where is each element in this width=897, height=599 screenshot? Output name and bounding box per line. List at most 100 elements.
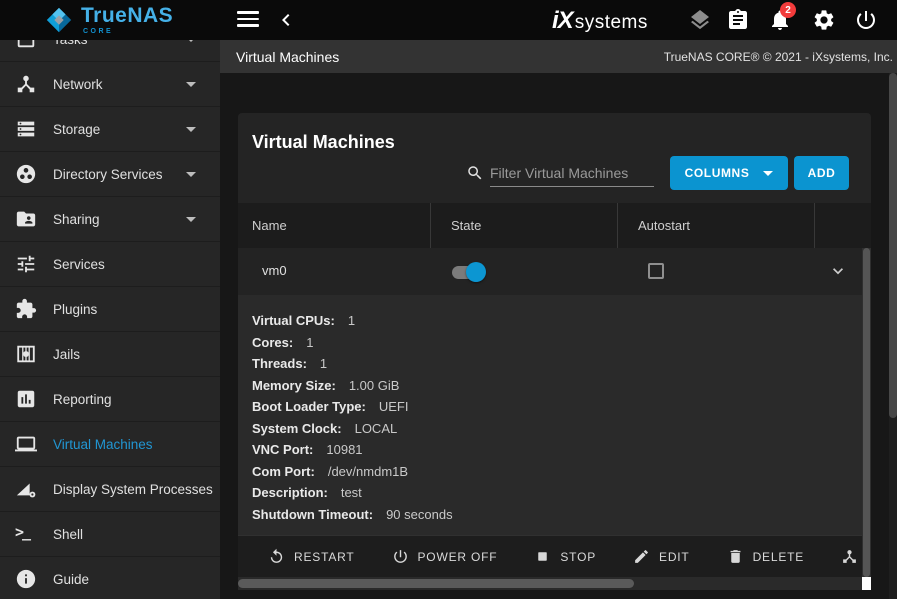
edit-icon: [633, 548, 650, 565]
detail-row: Description:test: [252, 482, 871, 504]
delete-icon: [727, 548, 744, 565]
filter-input[interactable]: [490, 159, 654, 187]
ixsystems-logo: iX systems: [552, 7, 648, 35]
state-toggle[interactable]: [450, 264, 486, 280]
chevron-down-icon: [186, 172, 196, 177]
jails-icon: [15, 343, 37, 365]
sidebar-item-label: Guide: [53, 572, 89, 587]
power-off-button[interactable]: POWER OFF: [392, 548, 498, 565]
jobs-clipboard-icon[interactable]: [726, 8, 750, 32]
chevron-down-icon: [186, 82, 196, 87]
tasks-icon: [15, 40, 37, 50]
sidebar-item-jails[interactable]: Jails: [0, 332, 220, 377]
vm-action-bar: RESTART POWER OFF STOP EDIT DELETE DEVIC…: [238, 535, 871, 577]
directory-services-icon: [15, 163, 37, 185]
page-scrollbar[interactable]: [889, 73, 897, 599]
columns-button-label: COLUMNS: [685, 166, 750, 180]
ix-mark: iX: [552, 7, 573, 35]
detail-row: VNC Port:10981: [252, 439, 871, 461]
page-scrollbar-thumb[interactable]: [889, 73, 897, 418]
add-button-label: ADD: [808, 166, 836, 180]
chevron-down-icon: [186, 217, 196, 222]
stop-button[interactable]: STOP: [534, 548, 596, 565]
back-chevron-icon[interactable]: [274, 8, 298, 32]
truenas-logo[interactable]: TrueNAS CORE: [44, 5, 173, 35]
column-header-expand: [814, 203, 871, 248]
autostart-checkbox[interactable]: [648, 263, 664, 279]
sidebar-item-guide[interactable]: Guide: [0, 557, 220, 599]
sidebar-item-reporting[interactable]: Reporting: [0, 377, 220, 422]
sidebar-item-storage[interactable]: Storage: [0, 107, 220, 152]
settings-gear-icon[interactable]: [812, 8, 836, 32]
notifications-bell-icon[interactable]: 2: [768, 8, 792, 32]
table-horizontal-scrollbar[interactable]: [238, 577, 871, 590]
delete-button[interactable]: DELETE: [727, 548, 804, 565]
columns-button[interactable]: COLUMNS: [670, 156, 788, 190]
virtual-machines-card: Virtual Machines COLUMNS ADD Name State …: [238, 113, 871, 590]
system-processes-icon: [15, 478, 37, 500]
table-header: Name State Autostart: [238, 203, 871, 248]
sidebar-item-label: Reporting: [53, 392, 112, 407]
sidebar-nav: Tasks Network Storage Directory Services: [0, 40, 220, 599]
services-icon: [15, 253, 37, 275]
sidebar-item-tasks[interactable]: Tasks: [0, 40, 220, 62]
virtual-machines-icon: [15, 433, 37, 455]
column-header-state[interactable]: State: [430, 203, 617, 248]
horizontal-scrollbar-thumb[interactable]: [238, 579, 634, 588]
truenas-app: TrueNAS CORE iX systems 2 Virtu: [0, 0, 897, 599]
table-row[interactable]: vm0: [238, 248, 871, 295]
power-off-icon: [392, 548, 409, 565]
sidebar-item-display-system-processes[interactable]: Display System Processes: [0, 467, 220, 512]
scrollbar-corner: [862, 577, 871, 590]
column-header-name[interactable]: Name: [238, 203, 430, 248]
devices-icon: [841, 548, 858, 565]
top-bar: TrueNAS CORE iX systems 2: [0, 0, 897, 40]
detail-row: Memory Size:1.00 GiB: [252, 375, 871, 397]
add-button[interactable]: ADD: [794, 156, 849, 190]
chevron-down-icon: [186, 127, 196, 132]
sidebar-item-plugins[interactable]: Plugins: [0, 287, 220, 332]
stop-icon: [534, 548, 551, 565]
restart-icon: [268, 548, 285, 565]
sidebar-item-services[interactable]: Services: [0, 242, 220, 287]
breadcrumb-bar: Virtual Machines TrueNAS CORE® © 2021 - …: [220, 40, 897, 73]
menu-toggle-icon[interactable]: [237, 11, 259, 27]
brand-name: TrueNAS: [81, 5, 173, 26]
column-header-autostart[interactable]: Autostart: [617, 203, 814, 248]
reporting-icon: [15, 388, 37, 410]
sidebar-item-label: Jails: [53, 347, 80, 362]
vm-name: vm0: [262, 263, 287, 278]
vm-details-panel: Virtual CPUs:1 Cores:1 Threads:1 Memory …: [238, 295, 871, 535]
detail-row: Boot Loader Type:UEFI: [252, 396, 871, 418]
search-icon: [466, 164, 484, 182]
detail-row: System Clock:LOCAL: [252, 418, 871, 440]
shell-icon: >_: [15, 523, 37, 545]
sidebar-item-label: Display System Processes: [53, 482, 213, 497]
truenas-diamond-icon: [44, 5, 74, 35]
storage-icon: [15, 118, 37, 140]
detail-row: Threads:1: [252, 353, 871, 375]
sidebar-item-sharing[interactable]: Sharing: [0, 197, 220, 242]
sidebar-item-label: Storage: [53, 122, 100, 137]
sidebar-item-directory-services[interactable]: Directory Services: [0, 152, 220, 197]
table-vertical-scrollbar[interactable]: [862, 248, 871, 577]
vertical-scrollbar-thumb[interactable]: [863, 248, 870, 577]
sidebar-item-label: Network: [53, 77, 103, 92]
sidebar-item-label: Services: [53, 257, 105, 272]
ix-word: systems: [575, 12, 648, 34]
sidebar-item-virtual-machines[interactable]: Virtual Machines: [0, 422, 220, 467]
network-icon: [15, 73, 37, 95]
sidebar-item-label: Directory Services: [53, 167, 163, 182]
sidebar-item-shell[interactable]: >_ Shell: [0, 512, 220, 557]
sidebar-item-label: Virtual Machines: [53, 437, 153, 452]
expand-row-chevron-icon[interactable]: [828, 261, 848, 281]
power-icon[interactable]: [854, 8, 878, 32]
truecommand-icon[interactable]: [688, 8, 712, 32]
sidebar-item-network[interactable]: Network: [0, 62, 220, 107]
edit-button[interactable]: EDIT: [633, 548, 690, 565]
restart-button[interactable]: RESTART: [268, 548, 355, 565]
sharing-icon: [15, 208, 37, 230]
detail-row: Cores:1: [252, 332, 871, 354]
guide-info-icon: [15, 568, 37, 590]
plugins-icon: [15, 298, 37, 320]
